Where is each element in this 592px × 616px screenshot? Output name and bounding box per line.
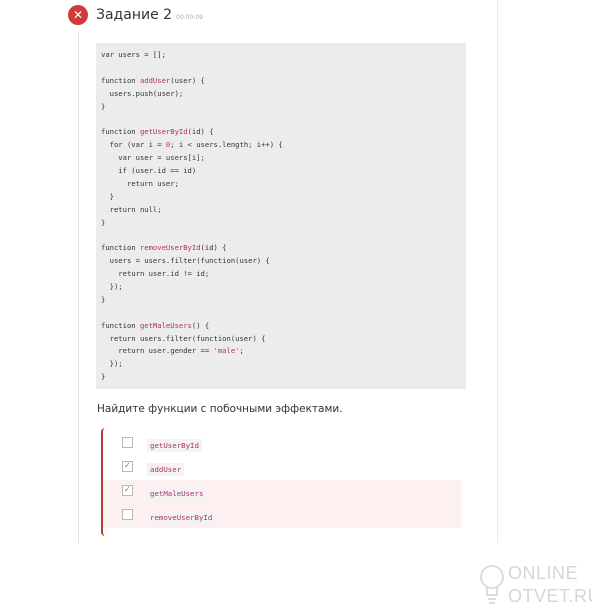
- code-text: users.push(user);: [101, 88, 184, 98]
- code-text: if (user.id == id): [101, 166, 197, 176]
- code-line: }: [101, 294, 461, 307]
- answer-option[interactable]: ✓ getMaleUsers: [103, 480, 461, 504]
- lightbulb-icon: [480, 565, 504, 604]
- code-block: var users = []; function addUser(user) {…: [96, 43, 466, 389]
- code-line: return user.gender == 'male';: [101, 345, 461, 358]
- task-header: ✕ Задание 2 00:00:09: [68, 4, 203, 26]
- answer-label: addUser: [147, 463, 185, 476]
- code-line: if (user.id == id): [101, 165, 461, 178]
- code-function-name: removeUserById: [139, 243, 201, 253]
- close-icon: ✕: [68, 5, 88, 25]
- code-line: users = users.filter(function(user) {: [101, 255, 461, 268]
- code-text: return user;: [101, 178, 179, 188]
- code-line: return users.filter(function(user) {: [101, 333, 461, 346]
- code-function-name: addUser: [139, 75, 171, 85]
- code-text: });: [101, 359, 123, 369]
- answer-label: removeUserById: [147, 511, 216, 524]
- code-text: }: [101, 191, 114, 201]
- answer-options: getUserById ✓ addUser ✓ getMaleUsers removeUs…: [101, 428, 461, 536]
- code-text: ;: [239, 346, 244, 356]
- code-line: });: [101, 281, 461, 294]
- watermark: ONLINE OTVET.RU: [478, 561, 592, 611]
- code-text: return user.gender ==: [101, 346, 214, 356]
- code-line: }: [101, 371, 461, 384]
- code-text: function: [101, 75, 140, 85]
- code-text: }: [101, 101, 106, 111]
- code-line: for (var i = 0; i < users.length; i++) {: [101, 139, 461, 152]
- code-text: ; i < users.length; i++) {: [170, 140, 283, 150]
- code-line: });: [101, 358, 461, 371]
- checkbox-checked[interactable]: ✓: [122, 461, 133, 472]
- code-text: var user = users[i];: [101, 153, 205, 163]
- code-line: return null;: [101, 204, 461, 217]
- checkbox-unchecked[interactable]: [122, 437, 133, 448]
- check-icon: ✓: [123, 485, 132, 495]
- check-icon: ✓: [123, 461, 132, 471]
- code-line: function removeUserById(id) {: [101, 242, 461, 255]
- code-function-name: getUserById: [139, 127, 188, 137]
- code-function-name: getMaleUsers: [139, 320, 192, 330]
- left-divider: [78, 30, 79, 543]
- code-text: () {: [191, 320, 210, 330]
- code-text: (id) {: [200, 243, 227, 253]
- checkbox-unchecked[interactable]: [122, 509, 133, 520]
- code-text: return null;: [101, 204, 162, 214]
- checkbox-checked[interactable]: ✓: [122, 485, 133, 496]
- code-text: return user.id != id;: [101, 269, 210, 279]
- code-line: return user;: [101, 178, 461, 191]
- code-line: }: [101, 191, 461, 204]
- code-line: function getUserById(id) {: [101, 126, 461, 139]
- code-text: function: [101, 320, 140, 330]
- task-timer: 00:00:09: [176, 14, 203, 21]
- code-text: for (var i =: [101, 140, 166, 150]
- code-line: function getMaleUsers() {: [101, 320, 461, 333]
- answer-label: getUserById: [147, 439, 202, 452]
- code-text: });: [101, 282, 123, 292]
- code-text: }: [101, 372, 106, 382]
- code-line: var users = [];: [101, 49, 461, 62]
- code-line: }: [101, 101, 461, 114]
- answer-option[interactable]: getUserById: [103, 432, 461, 456]
- task-title: Задание 2: [96, 7, 173, 23]
- code-line: function addUser(user) {: [101, 75, 461, 88]
- answer-label: getMaleUsers: [147, 487, 207, 500]
- code-text: var users = [];: [101, 50, 166, 59]
- code-text: function: [101, 243, 140, 253]
- code-text: function: [101, 127, 140, 137]
- task-panel: ✕ Задание 2 00:00:09 var users = []; fun…: [0, 0, 498, 543]
- code-text: }: [101, 294, 106, 304]
- code-text: return users.filter(function(user) {: [101, 333, 266, 343]
- code-line: }: [101, 217, 461, 230]
- code-text: (id) {: [187, 127, 214, 137]
- watermark-line-1: ONLINE: [508, 563, 579, 583]
- code-text: }: [101, 217, 106, 227]
- watermark-line-2: OTVET.RU: [508, 586, 592, 606]
- code-line: users.push(user);: [101, 88, 461, 101]
- code-text: users = users.filter(function(user) {: [101, 256, 270, 266]
- code-line: return user.id != id;: [101, 268, 461, 281]
- code-text: (user) {: [170, 75, 205, 85]
- code-line: var user = users[i];: [101, 152, 461, 165]
- code-literal: 'male': [213, 346, 240, 356]
- question-text: Найдите функции с побочными эффектами.: [97, 403, 343, 415]
- answer-option[interactable]: removeUserById: [103, 504, 461, 528]
- answer-option[interactable]: ✓ addUser: [103, 456, 461, 480]
